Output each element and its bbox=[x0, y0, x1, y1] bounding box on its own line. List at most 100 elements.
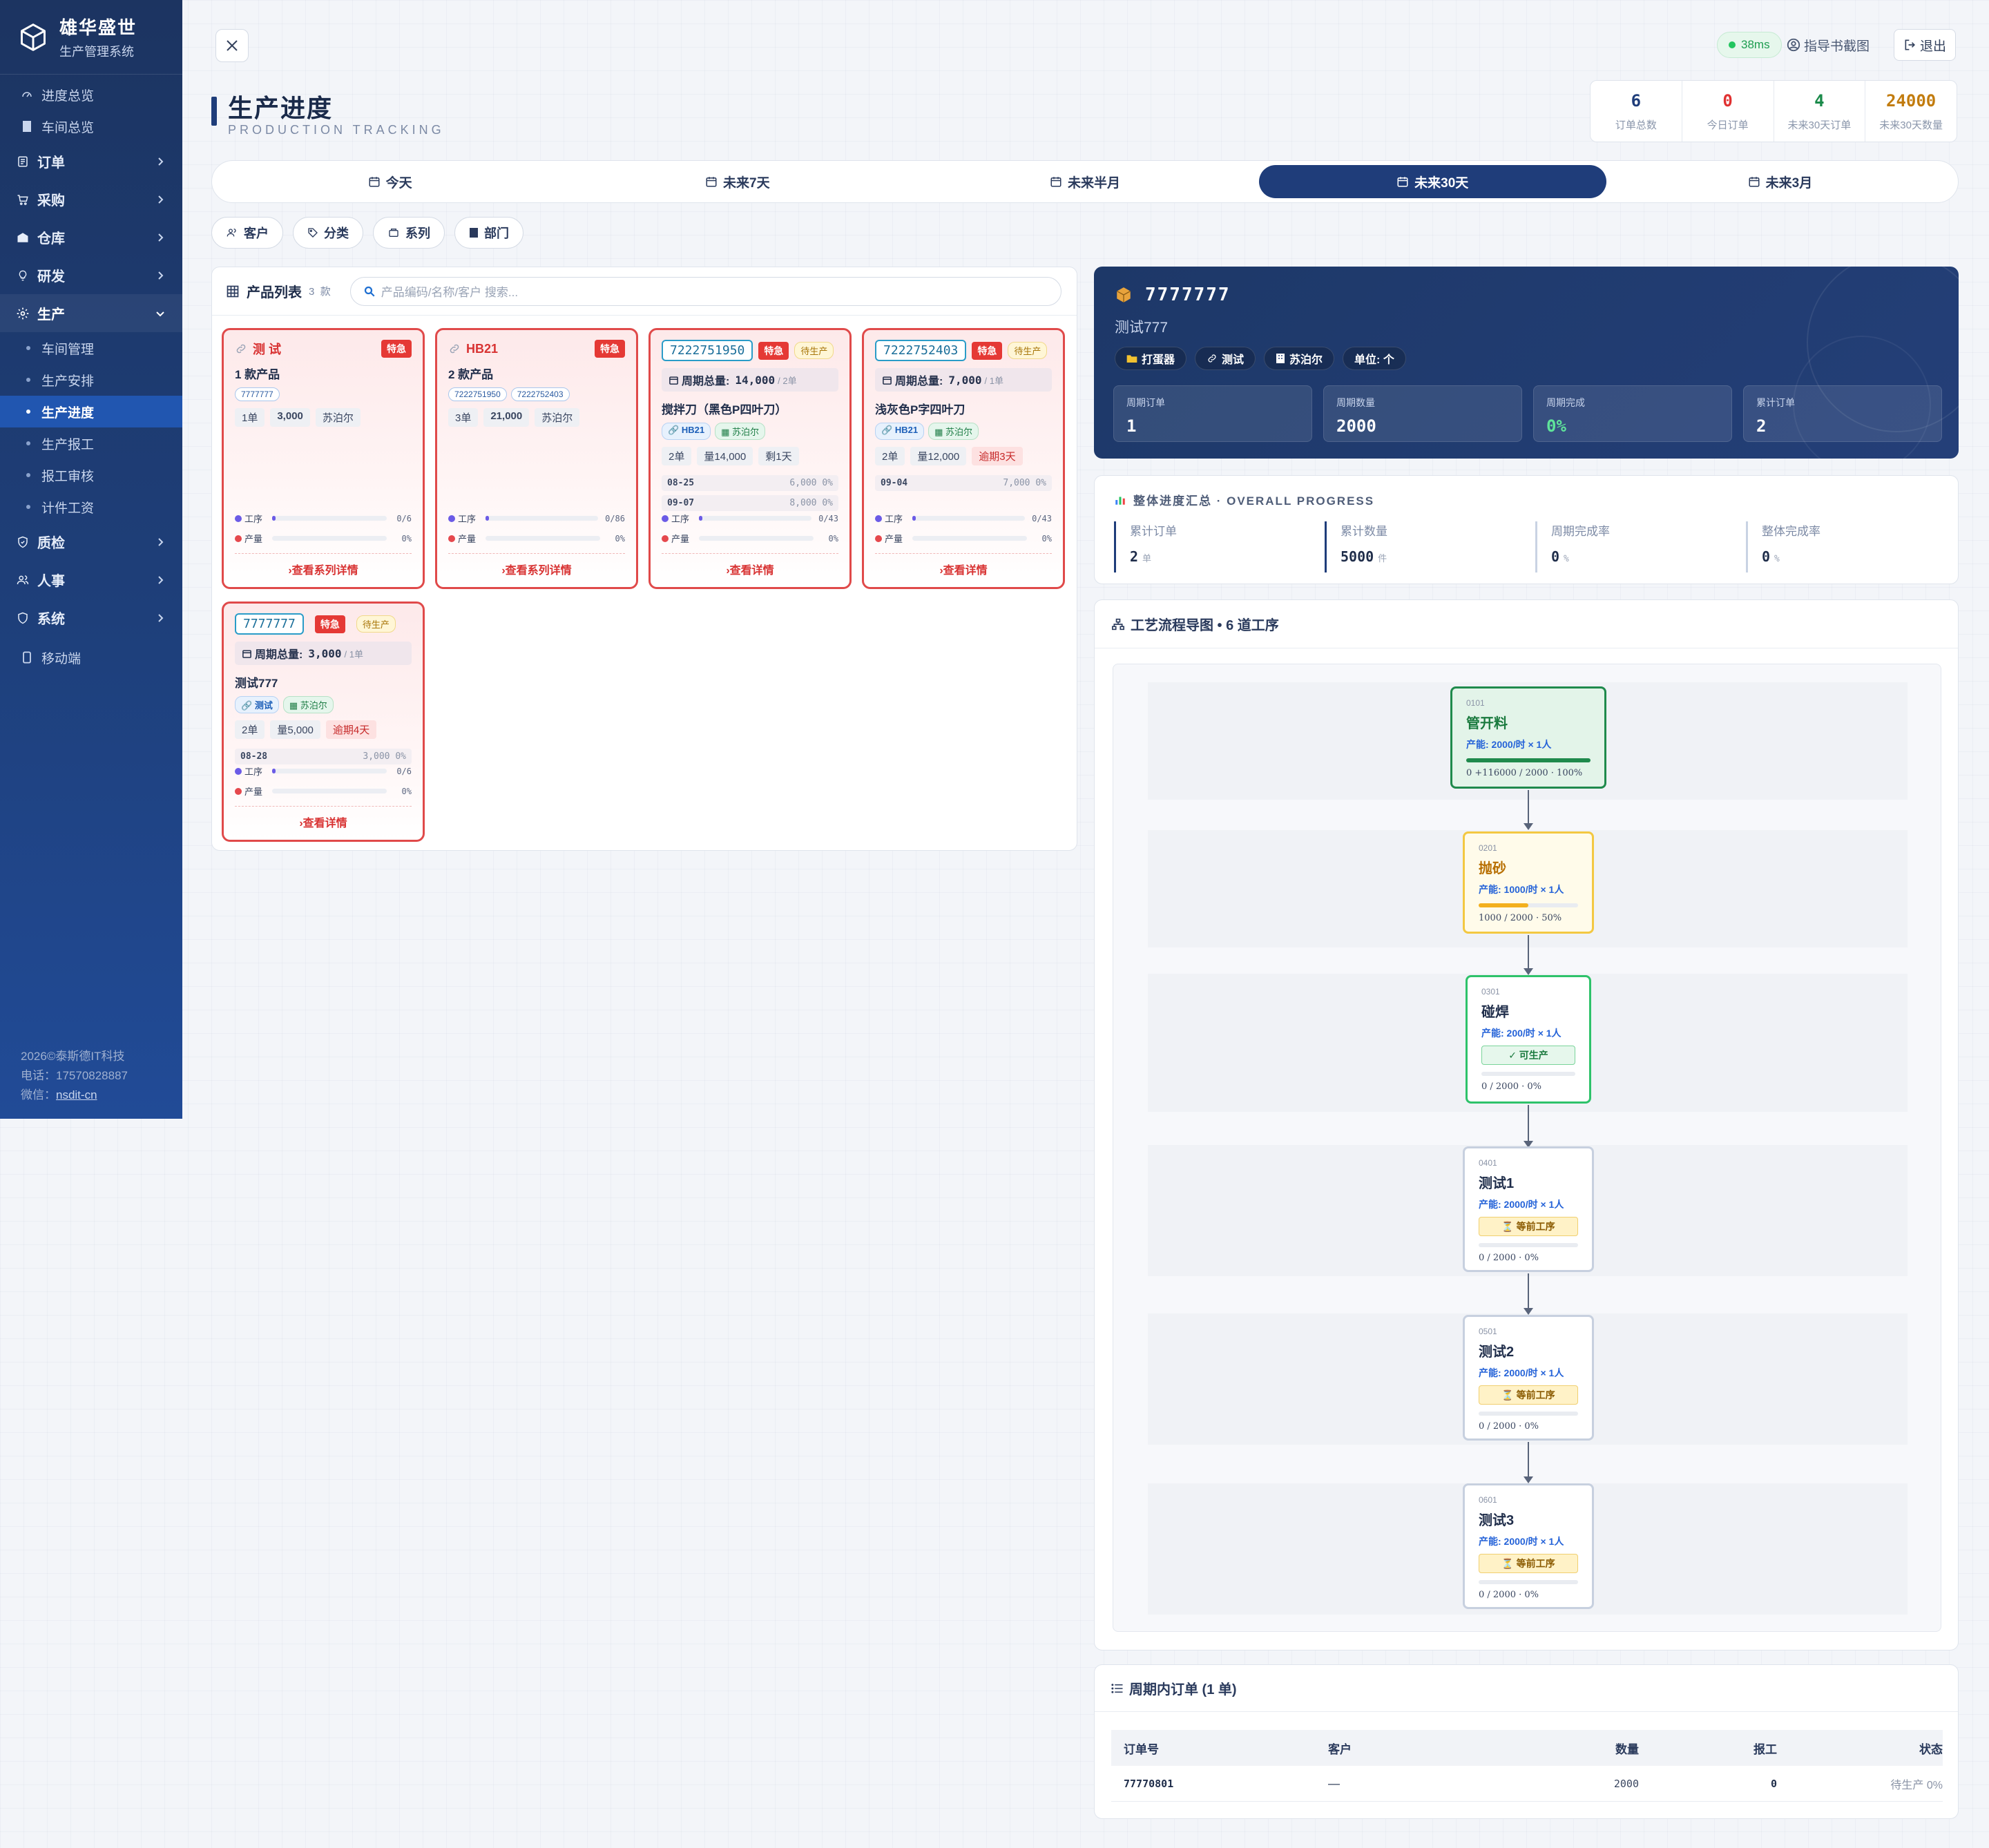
series-tag[interactable]: 测试 bbox=[1195, 347, 1256, 370]
output-bar bbox=[486, 536, 600, 541]
customer-tag[interactable]: 苏泊尔 bbox=[1264, 347, 1335, 370]
page-title: 生产进度 bbox=[228, 94, 334, 122]
filter-category[interactable]: 分类 bbox=[293, 217, 363, 249]
shield-check-icon bbox=[15, 535, 30, 550]
column-header[interactable]: 数量 bbox=[1501, 1740, 1639, 1757]
tab-next-3-months[interactable]: 未来3月 bbox=[1606, 165, 1954, 198]
column-header[interactable]: 状态 bbox=[1777, 1740, 1943, 1757]
product-card[interactable]: 7222752403 特急 待生产 周期总量: 7,000 / 1单 浅灰色P字… bbox=[862, 328, 1065, 589]
sitemap-icon bbox=[1112, 618, 1124, 630]
sidebar-item-workshop[interactable]: 车间管理 bbox=[0, 332, 182, 364]
stat-today-orders[interactable]: 0 今日订单 bbox=[1682, 81, 1774, 142]
calendar-icon bbox=[883, 376, 892, 385]
tab-next-7-days[interactable]: 未来7天 bbox=[564, 165, 911, 198]
series-card[interactable]: 测 试 特急 1 款产品 7777777 1单 3,000 苏泊尔 工序 0/6 … bbox=[222, 328, 425, 589]
table-row[interactable]: 77770801 — 2000 0 待生产 0% bbox=[1111, 1766, 1943, 1802]
filter-department[interactable]: 部门 bbox=[454, 217, 523, 249]
logout-button[interactable]: 退出 bbox=[1894, 29, 1956, 61]
series-chip[interactable]: 🔗 HB21 bbox=[875, 423, 925, 440]
sidebar-item-review[interactable]: 报工审核 bbox=[0, 459, 182, 491]
tag-icon bbox=[308, 228, 318, 238]
column-header[interactable]: 客户 bbox=[1328, 1740, 1501, 1757]
column-header[interactable]: 报工 bbox=[1639, 1740, 1777, 1757]
series-chip[interactable]: 🔗 测试 bbox=[235, 696, 279, 713]
stat-30d-quantity[interactable]: 24000 未来30天数量 bbox=[1865, 81, 1957, 142]
urgent-badge: 特急 bbox=[314, 615, 345, 633]
order-status: 待生产 0% bbox=[1890, 1779, 1943, 1791]
view-details-link[interactable]: ›查看详情 bbox=[662, 553, 838, 577]
sidebar-group-hr[interactable]: 人事 bbox=[0, 561, 182, 599]
quantity-pill: 21,000 bbox=[483, 408, 530, 427]
sidebar-group-warehouse[interactable]: 仓库 bbox=[0, 218, 182, 256]
tab-label: 今天 bbox=[385, 175, 412, 191]
date-range-tabs: 今天 未来7天 未来半月 未来30天 未来3月 bbox=[211, 160, 1959, 203]
product-count-text: 2 款产品 bbox=[448, 368, 494, 381]
view-series-details-link[interactable]: ›查看系列详情 bbox=[235, 553, 412, 577]
sidebar-item-wage[interactable]: 计件工资 bbox=[0, 491, 182, 523]
app-logo[interactable]: 雄华盛世 生产管理系统 bbox=[0, 0, 182, 75]
sidebar-item-report[interactable]: 生产报工 bbox=[0, 427, 182, 459]
stat-value: 24000 bbox=[1886, 90, 1937, 110]
wechat-link[interactable]: nsdit-cn bbox=[56, 1088, 97, 1101]
sidebar-group-system[interactable]: 系统 bbox=[0, 599, 182, 637]
link-label: 查看详情 bbox=[943, 565, 988, 577]
product-card[interactable]: 7777777 特急 待生产 周期总量: 3,000 / 1单 测试777 🔗 … bbox=[222, 601, 425, 842]
logout-icon bbox=[1905, 39, 1915, 50]
period-total-unit: / 2单 bbox=[778, 375, 797, 386]
process-node-0601[interactable]: 0601 测试3 产能: 2000/时 × 1人 ⏳ 等前工序 0 / 2000… bbox=[1463, 1483, 1594, 1609]
sidebar-item-mobile[interactable]: 移动端 bbox=[0, 637, 182, 678]
stat-30d-orders[interactable]: 4 未来30天订单 bbox=[1774, 81, 1866, 142]
sidebar-group-production[interactable]: 生产 bbox=[0, 294, 182, 332]
chevron-right-icon bbox=[158, 575, 164, 584]
sidebar-item-schedule[interactable]: 生产安排 bbox=[0, 364, 182, 396]
customer-chip[interactable]: ▦ 苏泊尔 bbox=[928, 423, 979, 440]
customer-chip[interactable]: ▦ 苏泊尔 bbox=[282, 696, 334, 713]
product-code-chip[interactable]: 7222752403 bbox=[510, 387, 570, 401]
sidebar-item-workshop-overview[interactable]: 车间总览 bbox=[0, 110, 182, 142]
process-node-0301[interactable]: 0301 碰焊 产能: 200/时 × 1人 ✓ 可生产 0 / 2000 · … bbox=[1466, 975, 1591, 1104]
filter-customer[interactable]: 客户 bbox=[211, 217, 283, 249]
stat-total-orders[interactable]: 6 订单总数 bbox=[1591, 81, 1682, 142]
customer-chip[interactable]: ▦ 苏泊尔 bbox=[715, 423, 765, 440]
sidebar-group-quality[interactable]: 质检 bbox=[0, 523, 182, 561]
sidebar-group-orders[interactable]: 订单 bbox=[0, 142, 182, 180]
view-details-link[interactable]: ›查看详情 bbox=[875, 553, 1052, 577]
product-search-input[interactable]: 产品编码/名称/客户 搜索... bbox=[349, 276, 1061, 306]
tab-today[interactable]: 今天 bbox=[216, 165, 564, 198]
close-button[interactable] bbox=[215, 29, 249, 62]
tab-next-half-month[interactable]: 未来半月 bbox=[911, 165, 1258, 198]
sidebar-item-progress-overview[interactable]: 进度总览 bbox=[0, 79, 182, 110]
bulb-icon bbox=[15, 268, 30, 283]
flow-arrow bbox=[1524, 790, 1533, 830]
orders-table: 订单号 客户 数量 报工 状态 77770801 — 2000 0 待生产 0% bbox=[1111, 1730, 1943, 1802]
bullet-dot bbox=[26, 505, 30, 509]
view-series-details-link[interactable]: ›查看系列详情 bbox=[448, 553, 625, 577]
product-code-chip[interactable]: 7222751950 bbox=[448, 387, 507, 401]
period-orders-card: 周期内订单 (1 单) 订单号 客户 数量 报工 状态 77770801 — 2… bbox=[1094, 1664, 1959, 1819]
filter-series[interactable]: 系列 bbox=[373, 217, 445, 249]
tab-label: 未来30天 bbox=[1414, 175, 1469, 191]
product-card[interactable]: 7222751950 特急 待生产 周期总量: 14,000 / 2单 搅拌刀（… bbox=[648, 328, 852, 589]
process-node-0201[interactable]: 0201 抛砂 产能: 1000/时 × 1人 1000 / 2000 · 50… bbox=[1463, 831, 1594, 934]
process-node-0401[interactable]: 0401 测试1 产能: 2000/时 × 1人 ⏳ 等前工序 0 / 2000… bbox=[1463, 1146, 1594, 1272]
process-node-0501[interactable]: 0501 测试2 产能: 2000/时 × 1人 ⏳ 等前工序 0 / 2000… bbox=[1463, 1315, 1594, 1441]
process-node-0101[interactable]: 0101 管开料 产能: 2000/时 × 1人 0 +116000 / 200… bbox=[1450, 686, 1606, 789]
sidebar-group-purchase[interactable]: 采购 bbox=[0, 180, 182, 218]
sidebar-group-label: 订单 bbox=[37, 155, 65, 171]
sidebar-group-rnd[interactable]: 研发 bbox=[0, 256, 182, 294]
delivery-qty: 7,000 0% bbox=[1003, 478, 1046, 488]
sidebar-item-label: 生产报工 bbox=[41, 437, 95, 452]
flow-arrow bbox=[1524, 1273, 1533, 1315]
column-header[interactable]: 订单号 bbox=[1111, 1740, 1328, 1757]
sidebar-item-progress[interactable]: 生产进度 bbox=[0, 396, 182, 427]
series-card[interactable]: HB21 特急 2 款产品 7222751950 7222752403 3单 2… bbox=[435, 328, 638, 589]
series-chip[interactable]: 🔗 HB21 bbox=[662, 423, 711, 440]
tab-next-30-days[interactable]: 未来30天 bbox=[1258, 165, 1606, 198]
sidebar-group-label: 系统 bbox=[37, 612, 65, 627]
view-details-link[interactable]: ›查看详情 bbox=[235, 806, 412, 830]
guide-screenshot-link[interactable]: 指导书截图 bbox=[1786, 32, 1870, 58]
product-code-chip[interactable]: 7777777 bbox=[235, 387, 280, 401]
process-label: 工序 bbox=[671, 514, 690, 524]
period-total-value: 3,000 bbox=[308, 646, 342, 660]
category-tag[interactable]: 打蛋器 bbox=[1115, 347, 1187, 370]
